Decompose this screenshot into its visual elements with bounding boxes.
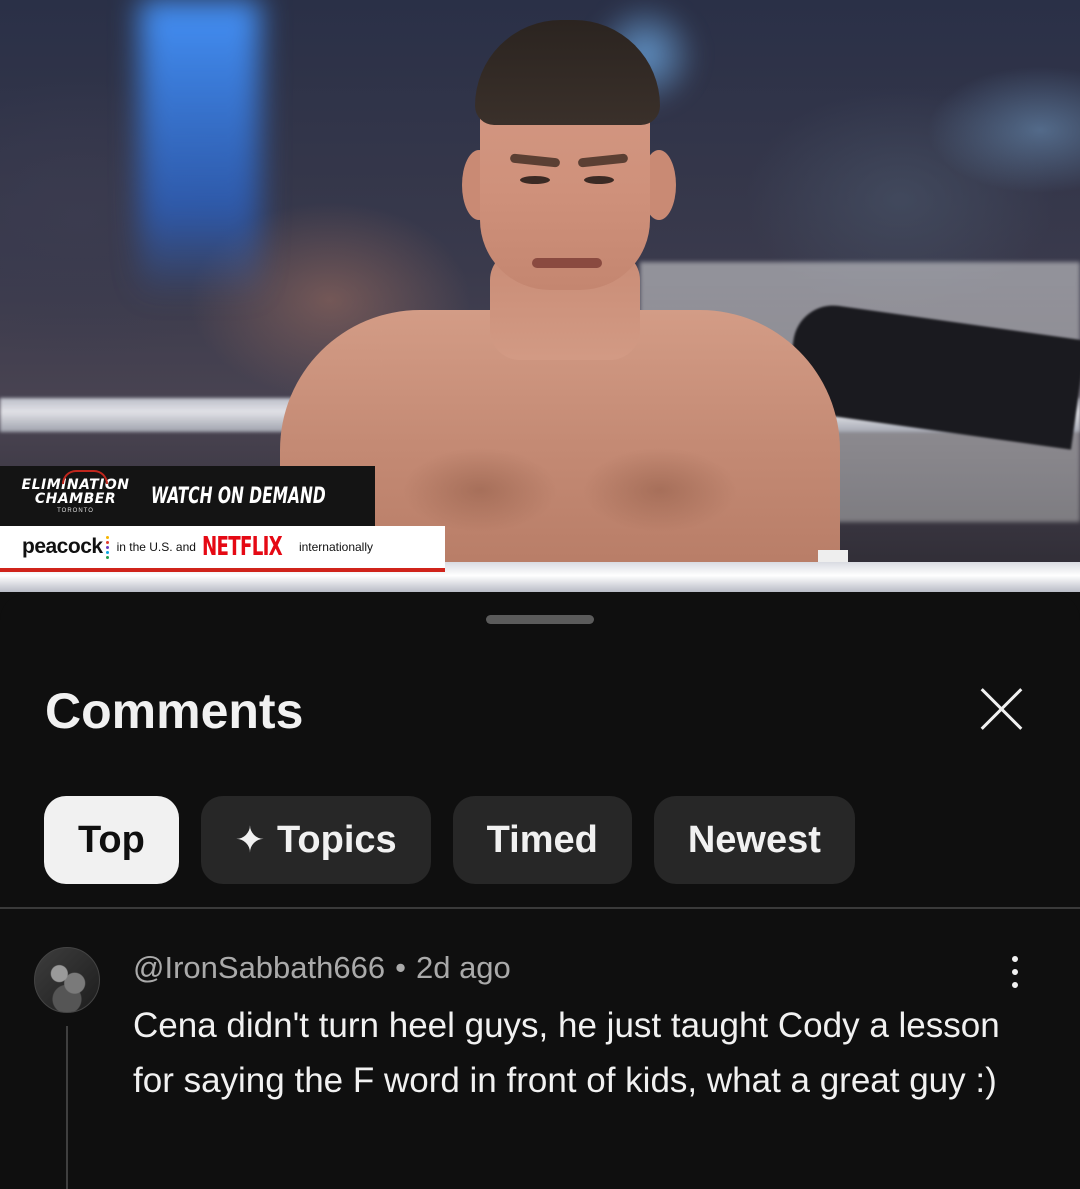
comments-sheet: Comments Top ✦ Topics Timed Newest @Iron… (0, 594, 1080, 1189)
wrestler-eye (520, 176, 550, 184)
comment-text: Cena didn't turn heel guys, he just taug… (133, 1006, 1000, 1100)
chip-top[interactable]: Top (44, 796, 179, 884)
chip-label: Top (78, 818, 145, 861)
wrestler-eye (584, 176, 614, 184)
wrestler-mouth (532, 258, 602, 268)
chip-label: Topics (277, 818, 397, 861)
more-vert-icon[interactable] (1000, 956, 1030, 996)
streaming-info-bar: peacock in the U.S. and NETFLIX internat… (0, 526, 445, 572)
logo-line-3: TORONTO (57, 508, 94, 514)
sparkle-icon: ✦ (234, 819, 265, 860)
thread-line (66, 1026, 68, 1189)
streamer-intl-suffix: internationally (298, 540, 373, 554)
chip-label: Timed (486, 818, 598, 861)
comment-filter-chips: Top ✦ Topics Timed Newest (44, 796, 855, 884)
elimination-chamber-logo: ELIMINATION CHAMBER TORONTO (0, 466, 151, 526)
chip-label: Newest (687, 818, 821, 861)
peacock-logo: peacock (22, 535, 103, 558)
chip-topics[interactable]: ✦ Topics (200, 796, 431, 884)
netflix-logo: NETFLIX (201, 532, 283, 562)
comment-author[interactable]: @IronSabbath666 (133, 950, 385, 985)
streamer-us-suffix: in the U.S. and (116, 540, 196, 554)
peacock-dots-icon (105, 535, 109, 560)
comment-meta: @IronSabbath666 • 2d ago (133, 950, 511, 986)
meta-separator: • (395, 950, 406, 985)
promo-headline: WATCH ON DEMAND (151, 483, 326, 509)
chip-newest[interactable]: Newest (653, 796, 855, 884)
logo-line-2: CHAMBER (34, 491, 117, 507)
comment-time: 2d ago (415, 950, 511, 985)
chamber-cage-icon (62, 470, 108, 484)
close-icon[interactable] (978, 684, 1026, 732)
drag-handle[interactable] (486, 615, 594, 624)
divider (0, 907, 1080, 909)
promo-banner: ELIMINATION CHAMBER TORONTO WATCH ON DEM… (0, 466, 375, 526)
avatar[interactable] (34, 947, 100, 1013)
wrestler-hair (475, 20, 660, 125)
chip-timed[interactable]: Timed (452, 796, 632, 884)
video-player[interactable]: ELIMINATION CHAMBER TORONTO WATCH ON DEM… (0, 0, 1080, 592)
arena-light (140, 0, 260, 300)
comments-title: Comments (45, 683, 304, 739)
